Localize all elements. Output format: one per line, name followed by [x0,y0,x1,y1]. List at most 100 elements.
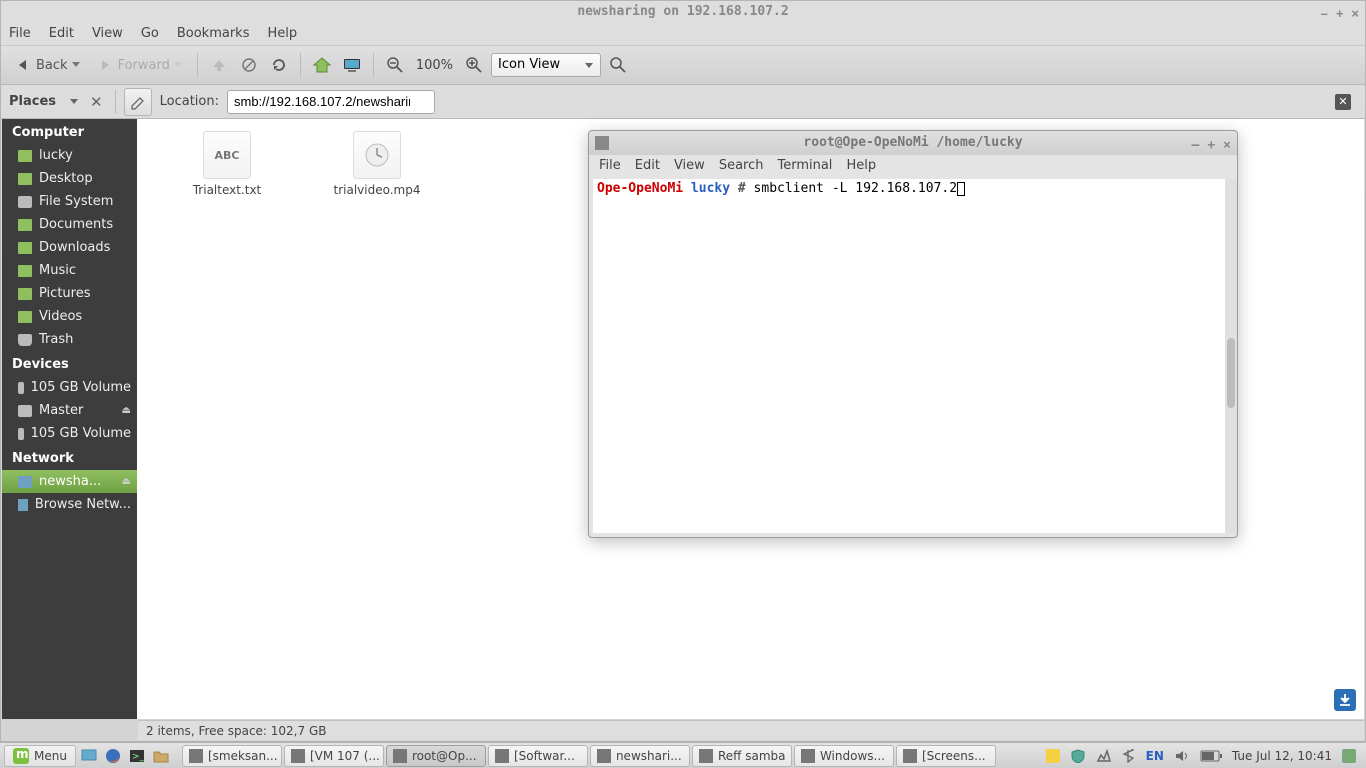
bluetooth-icon[interactable] [1122,749,1136,763]
sidebar-item-desktop[interactable]: Desktop [2,167,137,190]
minimize-button[interactable]: – [1192,134,1200,158]
menu-view[interactable]: View [92,23,123,45]
places-label[interactable]: Places [9,94,56,109]
chevron-down-icon [174,61,182,69]
disk-icon [18,196,32,208]
sidebar-item-volume[interactable]: 105 GB Volume [2,376,137,399]
search-button[interactable] [605,52,631,78]
taskbar-task[interactable]: Reff samba [692,745,792,767]
places-sidebar[interactable]: Computer lucky Desktop File System Docum… [2,119,137,719]
terminal-icon [595,136,609,150]
taskbar-task[interactable]: newshari... [590,745,690,767]
taskbar-task[interactable]: [VM 107 (... [284,745,384,767]
close-button[interactable]: × [1223,134,1231,158]
back-button[interactable]: Back [9,51,87,79]
volume-icon[interactable] [1174,749,1190,763]
terminal-menubar: File Edit View Search Terminal Help [589,155,1237,177]
menu-search[interactable]: Search [719,155,764,177]
sidebar-item-pictures[interactable]: Pictures [2,282,137,305]
menu-view[interactable]: View [674,155,705,177]
menu-help[interactable]: Help [846,155,876,177]
menu-bookmarks[interactable]: Bookmarks [177,23,250,45]
show-desktop-button[interactable] [78,745,100,767]
eject-icon[interactable]: ⏏ [122,476,131,487]
menu-help[interactable]: Help [267,23,297,45]
folder-icon [18,173,32,185]
sidebar-item-home[interactable]: lucky [2,144,137,167]
pencil-icon [130,94,146,110]
taskbar-task[interactable]: root@Op... [386,745,486,767]
reload-button[interactable] [266,52,292,78]
terminal-window[interactable]: root@Ope-OpeNoMi /home/lucky – + × File … [588,130,1238,538]
separator [300,53,301,77]
sidebar-item-documents[interactable]: Documents [2,213,137,236]
menu-edit[interactable]: Edit [635,155,660,177]
arrow-right-icon [98,58,114,72]
taskbar: Menu >_ [smeksan...[VM 107 (...root@Op..… [0,742,1366,768]
download-indicator[interactable] [1334,689,1356,711]
search-icon [610,57,626,73]
desktop-icon [81,749,97,763]
network-share-icon [18,476,32,488]
zoom-out-button[interactable] [382,52,408,78]
battery-icon[interactable] [1200,750,1222,762]
places-close-button[interactable]: ✕ [86,93,107,111]
sidebar-item-downloads[interactable]: Downloads [2,236,137,259]
taskbar-task[interactable]: [Screens... [896,745,996,767]
cursor [957,182,965,196]
zoom-label: 100% [412,58,457,73]
sidebar-item-filesystem[interactable]: File System [2,190,137,213]
file-item[interactable]: trialvideo.mp4 [327,131,427,197]
file-item[interactable]: ABC Trialtext.txt [177,131,277,197]
sidebar-item-volume2[interactable]: 105 GB Volume [2,422,137,445]
sidebar-label: Browse Netw... [35,497,131,512]
eject-icon[interactable]: ⏏ [122,405,131,416]
menu-file[interactable]: File [599,155,621,177]
edit-location-button[interactable] [124,88,152,116]
menu-go[interactable]: Go [141,23,159,45]
computer-button[interactable] [339,52,365,78]
stop-button[interactable] [236,52,262,78]
taskbar-task[interactable]: Windows... [794,745,894,767]
terminal-launcher[interactable]: >_ [126,745,148,767]
scrollbar[interactable] [1225,179,1237,533]
maximize-button[interactable]: + [1207,134,1215,158]
clear-location-button[interactable]: ✕ [1335,94,1351,110]
firefox-launcher[interactable] [102,745,124,767]
menu-edit[interactable]: Edit [49,23,74,45]
terminal-output[interactable]: Ope-OpeNoMi lucky # smbclient -L 192.168… [593,179,1233,533]
sidebar-item-master[interactable]: Master⏏ [2,399,137,422]
start-menu-button[interactable]: Menu [4,745,76,767]
scrollbar-thumb[interactable] [1227,338,1235,408]
sidebar-item-browse-network[interactable]: Browse Netw... [2,493,137,516]
close-button[interactable]: × [1351,3,1359,25]
forward-button[interactable]: Forward [91,51,189,79]
menu-file[interactable]: File [9,23,31,45]
taskbar-task[interactable]: [Softwar... [488,745,588,767]
home-button[interactable] [309,52,335,78]
shield-icon[interactable] [1070,749,1086,763]
tray-overflow-icon[interactable] [1342,749,1356,763]
window-titlebar[interactable]: newsharing on 192.168.107.2 – + × [1,1,1365,23]
taskbar-task[interactable]: [smeksan... [182,745,282,767]
trash-icon [18,334,32,346]
minimize-button[interactable]: – [1321,3,1328,25]
up-button[interactable] [206,52,232,78]
keyboard-layout[interactable]: EN [1146,749,1164,763]
clock[interactable]: Tue Jul 12, 10:41 [1232,749,1332,763]
tray-app-icon[interactable] [1046,749,1060,763]
menu-terminal[interactable]: Terminal [777,155,832,177]
sidebar-item-videos[interactable]: Videos [2,305,137,328]
network-manager-icon[interactable] [1096,749,1112,763]
files-launcher[interactable] [150,745,172,767]
terminal-titlebar[interactable]: root@Ope-OpeNoMi /home/lucky – + × [589,131,1237,155]
view-mode-select[interactable]: Icon View [491,53,601,77]
sidebar-item-music[interactable]: Music [2,259,137,282]
places-dropdown-icon[interactable] [70,99,78,104]
sidebar-item-trash[interactable]: Trash [2,328,137,351]
sidebar-label: Videos [39,309,82,324]
maximize-button[interactable]: + [1336,3,1344,25]
sidebar-item-share[interactable]: newsha...⏏ [2,470,137,493]
zoom-in-button[interactable] [461,52,487,78]
location-input[interactable] [227,90,435,114]
